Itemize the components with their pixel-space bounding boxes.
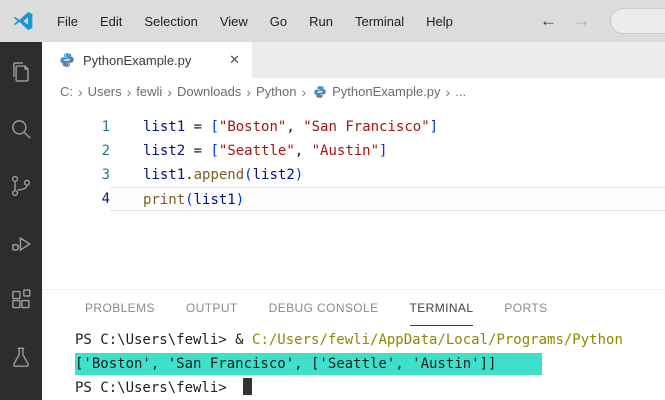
editor-tab-bar: PythonExample.py ✕ (42, 42, 665, 78)
run-and-debug-icon[interactable] (8, 230, 34, 256)
menu-terminal[interactable]: Terminal (344, 14, 415, 29)
terminal-command-line[interactable]: PS C:\Users\fewli> & C:/Users/fewli/AppD… (75, 328, 665, 352)
extensions-icon[interactable] (8, 287, 34, 313)
chevron-right-icon: › (78, 83, 83, 100)
code-text[interactable]: list2 = ["Seattle", "Austin"] (110, 139, 665, 163)
terminal[interactable]: PS C:\Users\fewli> & C:/Users/fewli/AppD… (42, 326, 665, 400)
code-line-4-current[interactable]: 4 print(list1) (42, 187, 665, 211)
menu-edit[interactable]: Edit (89, 14, 133, 29)
python-file-icon (314, 85, 327, 98)
breadcrumb-drive[interactable]: C: (60, 84, 73, 99)
forward-arrow-icon: → (573, 11, 590, 30)
tab-debug-console[interactable]: DEBUG CONSOLE (269, 290, 379, 326)
tab-output[interactable]: OUTPUT (186, 290, 238, 326)
breadcrumb-file[interactable]: PythonExample.py (332, 84, 440, 99)
terminal-output-selected: ['Boston', 'San Francisco', ['Seattle', … (75, 353, 543, 375)
line-number[interactable]: 2 (42, 139, 110, 163)
line-number[interactable]: 3 (42, 163, 110, 187)
terminal-output-line[interactable]: ['Boston', 'San Francisco', ['Seattle', … (75, 352, 665, 376)
bottom-panel: PROBLEMS OUTPUT DEBUG CONSOLE TERMINAL P… (42, 289, 665, 400)
breadcrumb-fewli[interactable]: fewli (136, 84, 162, 99)
tab-label: PythonExample.py (83, 52, 192, 68)
vscode-logo-icon (13, 12, 33, 30)
testing-beaker-icon[interactable] (8, 344, 34, 370)
tab-problems[interactable]: PROBLEMS (85, 290, 155, 326)
menu-selection[interactable]: Selection (133, 14, 208, 29)
terminal-prompt: PS C:\Users\fewli> (75, 380, 236, 396)
tab-terminal[interactable]: TERMINAL (409, 290, 474, 326)
chevron-right-icon: › (301, 83, 307, 100)
tab-pythonexample[interactable]: PythonExample.py ✕ (42, 42, 252, 78)
explorer-icon[interactable] (8, 59, 34, 85)
breadcrumb-overflow[interactable]: ... (455, 84, 466, 99)
command-center-search-box[interactable] (610, 8, 665, 34)
menu-go[interactable]: Go (259, 14, 298, 29)
menu-view[interactable]: View (209, 14, 259, 29)
code-line-2[interactable]: 2 list2 = ["Seattle", "Austin"] (42, 139, 665, 163)
back-arrow-icon[interactable]: ← (532, 11, 565, 31)
python-file-icon (60, 53, 74, 67)
breadcrumb: C: › Users › fewli › Downloads › Python … (42, 78, 665, 105)
line-number[interactable]: 1 (42, 115, 110, 139)
terminal-prompt: PS C:\Users\fewli> (75, 332, 236, 348)
panel-tab-bar: PROBLEMS OUTPUT DEBUG CONSOLE TERMINAL P… (42, 290, 665, 326)
code-line-1[interactable]: 1 list1 = ["Boston", "San Francisco"] (42, 115, 665, 139)
activity-bar (0, 42, 42, 400)
close-icon[interactable]: ✕ (229, 52, 240, 68)
title-bar: File Edit Selection View Go Run Terminal… (0, 0, 665, 42)
line-number[interactable]: 4 (42, 187, 110, 211)
chevron-right-icon: › (445, 83, 451, 100)
terminal-ampersand: & (235, 332, 253, 348)
menu-run[interactable]: Run (298, 14, 344, 29)
tab-ports[interactable]: PORTS (504, 290, 547, 326)
code-editor[interactable]: 1 list1 = ["Boston", "San Francisco"] 2 … (42, 105, 665, 289)
breadcrumb-python-folder[interactable]: Python (256, 84, 296, 99)
terminal-prompt-line[interactable]: PS C:\Users\fewli> (75, 376, 665, 400)
menu-help[interactable]: Help (415, 14, 464, 29)
breadcrumb-users[interactable]: Users (88, 84, 122, 99)
search-icon[interactable] (8, 116, 34, 142)
menu-file[interactable]: File (46, 14, 89, 29)
terminal-command: C:/Users/fewli/AppData/Local/Programs/Py… (252, 332, 623, 348)
source-control-icon[interactable] (8, 173, 34, 199)
code-line-3[interactable]: 3 list1.append(list2) (42, 163, 665, 187)
code-text[interactable]: print(list1) (110, 187, 665, 211)
terminal-cursor (243, 377, 253, 395)
code-text[interactable]: list1 = ["Boston", "San Francisco"] (110, 115, 665, 139)
breadcrumb-downloads[interactable]: Downloads (177, 84, 241, 99)
chevron-right-icon: › (126, 83, 132, 100)
menu-bar: File Edit Selection View Go Run Terminal… (46, 14, 464, 29)
chevron-right-icon: › (246, 83, 251, 100)
code-text[interactable]: list1.append(list2) (110, 163, 665, 187)
chevron-right-icon: › (167, 83, 172, 100)
